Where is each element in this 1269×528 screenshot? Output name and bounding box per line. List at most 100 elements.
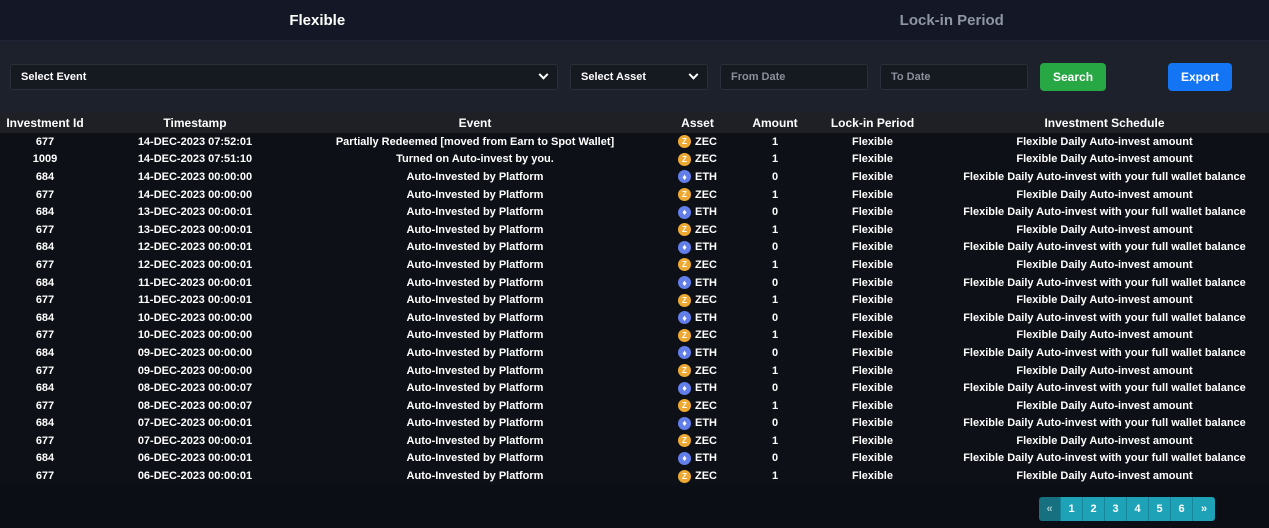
table-row: 684 06-DEC-2023 00:00:01 Auto-Invested b… xyxy=(0,450,1269,468)
pagination-prev-button[interactable]: « xyxy=(1039,497,1061,521)
cell-event: Auto-Invested by Platform xyxy=(300,327,650,345)
asset-coin-icon: ♦ xyxy=(678,276,691,289)
cell-timestamp: 10-DEC-2023 00:00:00 xyxy=(90,327,300,345)
cell-investment-id: 1009 xyxy=(0,151,90,169)
cell-lockin-period: Flexible xyxy=(805,362,940,380)
pagination-page-button[interactable]: 2 xyxy=(1083,497,1105,521)
cell-investment-id: 684 xyxy=(0,168,90,186)
cell-timestamp: 13-DEC-2023 00:00:01 xyxy=(90,203,300,221)
col-header-asset: Asset xyxy=(650,113,745,133)
cell-investment-schedule: Flexible Daily Auto-invest amount xyxy=(940,133,1269,151)
cell-investment-schedule: Flexible Daily Auto-invest with your ful… xyxy=(940,379,1269,397)
cell-timestamp: 12-DEC-2023 00:00:01 xyxy=(90,256,300,274)
asset-coin-icon: ♦ xyxy=(678,241,691,254)
asset-select[interactable]: Select Asset xyxy=(570,64,708,90)
cell-amount: 0 xyxy=(745,379,805,397)
asset-label: ZEC xyxy=(695,329,717,341)
tab-flexible[interactable]: Flexible xyxy=(0,0,635,40)
col-header-investment-id: Investment Id xyxy=(0,113,90,133)
cell-lockin-period: Flexible xyxy=(805,415,940,433)
event-select-value: Select Event xyxy=(21,71,86,83)
pagination-page-button[interactable]: 1 xyxy=(1061,497,1083,521)
asset-coin-icon: ♦ xyxy=(678,346,691,359)
cell-event: Auto-Invested by Platform xyxy=(300,203,650,221)
cell-investment-id: 684 xyxy=(0,203,90,221)
cell-lockin-period: Flexible xyxy=(805,327,940,345)
table-row: 677 08-DEC-2023 00:00:07 Auto-Invested b… xyxy=(0,397,1269,415)
event-select[interactable]: Select Event xyxy=(10,64,558,90)
cell-investment-id: 677 xyxy=(0,291,90,309)
cell-event: Auto-Invested by Platform xyxy=(300,168,650,186)
cell-event: Auto-Invested by Platform xyxy=(300,274,650,292)
cell-amount: 1 xyxy=(745,133,805,151)
cell-timestamp: 09-DEC-2023 00:00:00 xyxy=(90,344,300,362)
cell-asset: ♦ ETH xyxy=(650,379,745,397)
cell-asset: Z ZEC xyxy=(650,186,745,204)
cell-timestamp: 11-DEC-2023 00:00:01 xyxy=(90,291,300,309)
asset-coin-icon: Z xyxy=(678,188,691,201)
from-date-input[interactable] xyxy=(720,64,868,90)
cell-event: Turned on Auto-invest by you. xyxy=(300,151,650,169)
export-button[interactable]: Export xyxy=(1168,63,1232,91)
asset-coin-icon: ♦ xyxy=(678,311,691,324)
col-header-timestamp: Timestamp xyxy=(90,113,300,133)
cell-timestamp: 14-DEC-2023 00:00:00 xyxy=(90,186,300,204)
cell-investment-id: 677 xyxy=(0,186,90,204)
tab-bar: Flexible Lock-in Period xyxy=(0,0,1269,41)
cell-timestamp: 08-DEC-2023 00:00:07 xyxy=(90,379,300,397)
table-row: 677 11-DEC-2023 00:00:01 Auto-Invested b… xyxy=(0,291,1269,309)
cell-investment-id: 677 xyxy=(0,397,90,415)
cell-timestamp: 11-DEC-2023 00:00:01 xyxy=(90,274,300,292)
pagination-page-button[interactable]: 5 xyxy=(1149,497,1171,521)
pagination-page-button[interactable]: 3 xyxy=(1105,497,1127,521)
to-date-input[interactable] xyxy=(880,64,1028,90)
cell-amount: 0 xyxy=(745,344,805,362)
cell-lockin-period: Flexible xyxy=(805,186,940,204)
cell-timestamp: 12-DEC-2023 00:00:01 xyxy=(90,239,300,257)
cell-lockin-period: Flexible xyxy=(805,397,940,415)
chevron-down-icon xyxy=(689,69,699,79)
asset-coin-icon: Z xyxy=(678,470,691,483)
table-row: 677 13-DEC-2023 00:00:01 Auto-Invested b… xyxy=(0,221,1269,239)
asset-coin-icon: Z xyxy=(678,135,691,148)
cell-investment-id: 684 xyxy=(0,415,90,433)
asset-label: ZEC xyxy=(695,189,717,201)
cell-timestamp: 10-DEC-2023 00:00:00 xyxy=(90,309,300,327)
cell-lockin-period: Flexible xyxy=(805,379,940,397)
cell-investment-id: 677 xyxy=(0,256,90,274)
cell-asset: ♦ ETH xyxy=(650,203,745,221)
cell-event: Auto-Invested by Platform xyxy=(300,256,650,274)
cell-asset: ♦ ETH xyxy=(650,450,745,468)
cell-investment-id: 677 xyxy=(0,221,90,239)
pagination-page-button[interactable]: 4 xyxy=(1127,497,1149,521)
cell-investment-schedule: Flexible Daily Auto-invest with your ful… xyxy=(940,344,1269,362)
cell-amount: 1 xyxy=(745,467,805,485)
cell-investment-id: 684 xyxy=(0,309,90,327)
asset-coin-icon: ♦ xyxy=(678,382,691,395)
cell-lockin-period: Flexible xyxy=(805,344,940,362)
col-header-investment-schedule: Investment Schedule xyxy=(940,113,1269,133)
asset-label: ETH xyxy=(695,206,717,218)
asset-label: ETH xyxy=(695,312,717,324)
asset-coin-icon: Z xyxy=(678,434,691,447)
pagination-next-button[interactable]: » xyxy=(1193,497,1215,521)
asset-coin-icon: ♦ xyxy=(678,417,691,430)
table-row: 684 12-DEC-2023 00:00:01 Auto-Invested b… xyxy=(0,239,1269,257)
table-row: 677 12-DEC-2023 00:00:01 Auto-Invested b… xyxy=(0,256,1269,274)
cell-investment-schedule: Flexible Daily Auto-invest amount xyxy=(940,291,1269,309)
cell-investment-id: 684 xyxy=(0,379,90,397)
search-button[interactable]: Search xyxy=(1040,63,1106,91)
cell-amount: 0 xyxy=(745,168,805,186)
asset-label: ETH xyxy=(695,241,717,253)
cell-amount: 1 xyxy=(745,362,805,380)
tab-lockin-period[interactable]: Lock-in Period xyxy=(635,0,1269,40)
asset-label: ZEC xyxy=(695,435,717,447)
cell-investment-id: 677 xyxy=(0,327,90,345)
cell-timestamp: 14-DEC-2023 07:51:10 xyxy=(90,151,300,169)
table-row: 684 09-DEC-2023 00:00:00 Auto-Invested b… xyxy=(0,344,1269,362)
pagination-page-button[interactable]: 6 xyxy=(1171,497,1193,521)
cell-investment-id: 684 xyxy=(0,450,90,468)
asset-label: ZEC xyxy=(695,400,717,412)
cell-timestamp: 09-DEC-2023 00:00:00 xyxy=(90,362,300,380)
cell-asset: ♦ ETH xyxy=(650,344,745,362)
